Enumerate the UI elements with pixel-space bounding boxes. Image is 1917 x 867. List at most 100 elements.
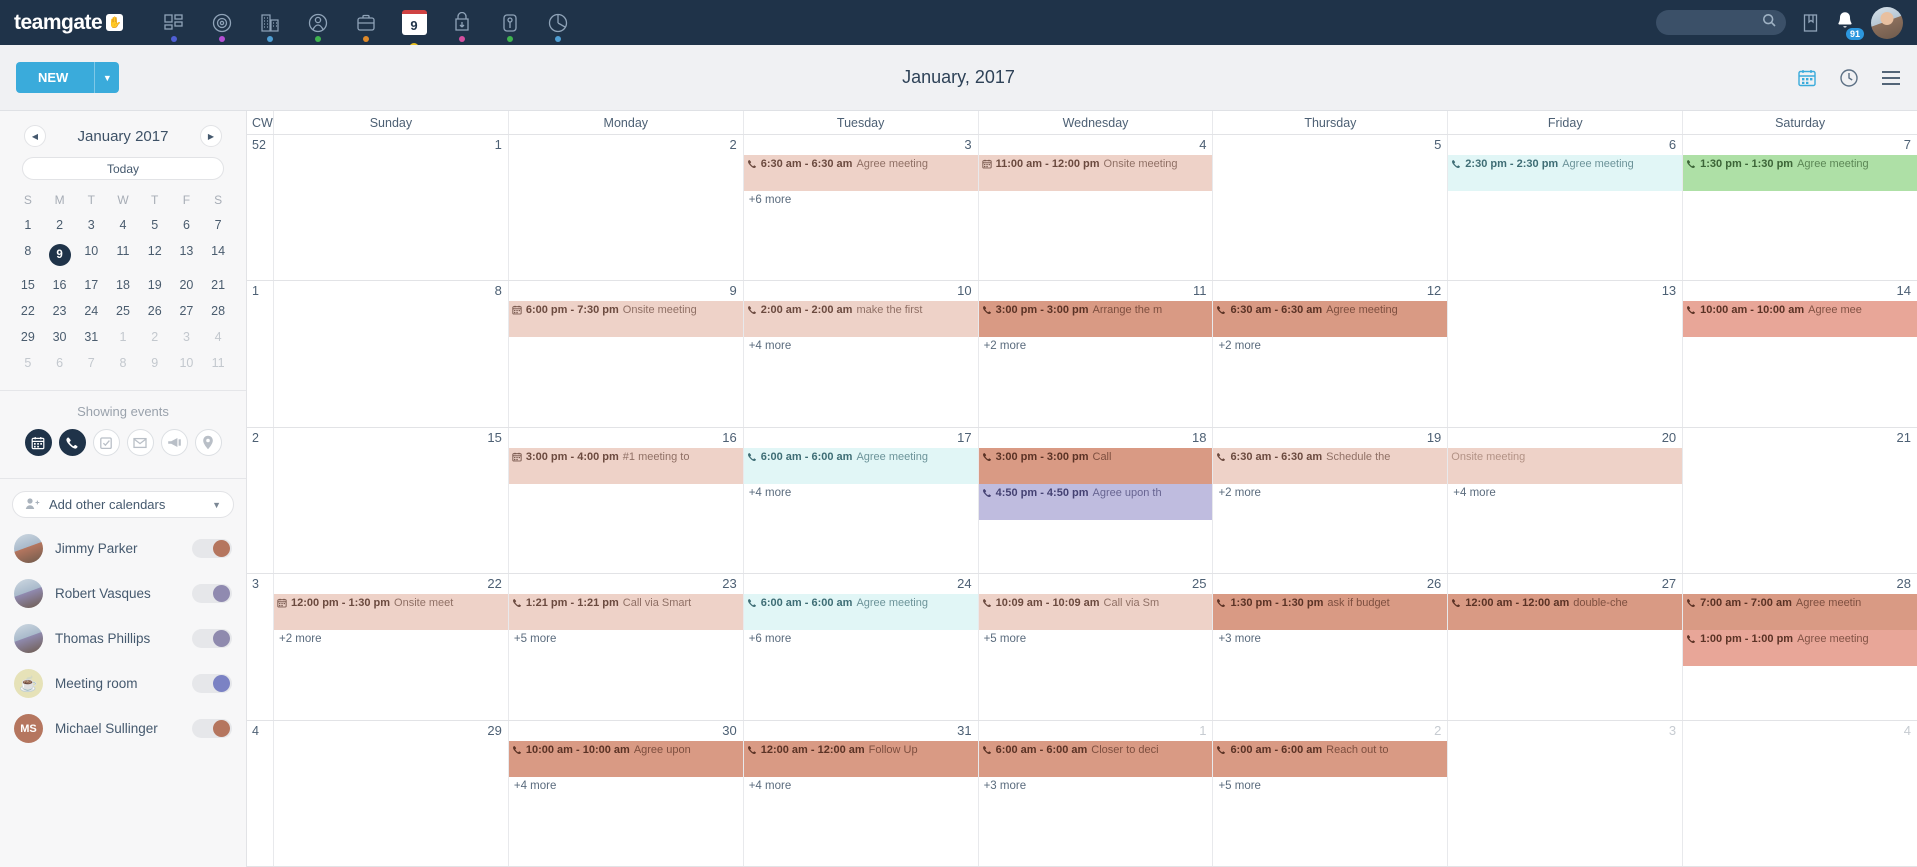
calendar-day-cell[interactable]: 23 1:21 pm - 1:21 pm Call via Smart +5 more xyxy=(507,574,743,720)
calendar-event[interactable]: 1:30 pm - 1:30 pm ask if budget xyxy=(1213,594,1448,613)
calendar-event[interactable]: 7:00 am - 7:00 am Agree meetin xyxy=(1683,594,1917,613)
calendar-more-events-link[interactable]: +6 more xyxy=(744,630,978,645)
mini-cal-day[interactable]: 27 xyxy=(171,300,203,322)
calendar-event-body[interactable] xyxy=(978,612,1213,631)
calendar-more-events-link[interactable]: +4 more xyxy=(1448,484,1682,499)
calendar-view-icon[interactable] xyxy=(1797,68,1817,88)
calendar-event[interactable]: 11:00 am - 12:00 pm Onsite meeting xyxy=(978,155,1213,173)
clock-view-icon[interactable] xyxy=(1839,68,1859,88)
calendar-day-cell[interactable]: 1 xyxy=(273,135,508,281)
calendar-event-body[interactable] xyxy=(508,319,743,338)
calendar-event-body[interactable] xyxy=(978,173,1213,191)
calendar-day-cell[interactable]: 24 6:00 am - 6:00 am Agree meeting +6 more xyxy=(742,574,978,720)
mini-cal-day[interactable]: 18 xyxy=(107,274,139,296)
calendar-event-body[interactable] xyxy=(1213,612,1448,631)
calendar-event[interactable]: 3:00 pm - 4:00 pm #1 meeting to xyxy=(508,447,743,466)
mini-cal-day[interactable]: 30 xyxy=(44,326,76,348)
calendar-event[interactable]: 6:00 am - 6:00 am Closer to deci xyxy=(978,740,1213,759)
calendar-day-cell[interactable]: 10 2:00 am - 2:00 am make the first +4 more xyxy=(742,281,978,427)
nav-item-calendar[interactable]: 9 xyxy=(390,0,438,53)
calendar-day-cell[interactable]: 3 6:30 am - 6:30 am Agree meeting +6 more xyxy=(742,135,978,281)
mini-cal-day[interactable]: 16 xyxy=(44,274,76,296)
calendar-more-events-link[interactable]: +4 more xyxy=(509,777,743,792)
calendar-user-toggle[interactable] xyxy=(192,539,232,558)
notifications-button[interactable]: 91 xyxy=(1835,10,1864,40)
location-filter[interactable] xyxy=(194,429,222,456)
chevron-down-icon[interactable]: ▼ xyxy=(94,62,119,93)
calendar-event-body[interactable] xyxy=(1448,173,1683,191)
nav-item-companies[interactable] xyxy=(246,0,294,45)
mini-cal-day[interactable]: 23 xyxy=(44,300,76,322)
meeting-filter[interactable] xyxy=(24,429,52,456)
calendar-event-body[interactable] xyxy=(743,319,978,338)
calendar-day-cell[interactable]: 3 xyxy=(1447,720,1682,867)
chevron-down-icon[interactable]: ▼ xyxy=(212,500,221,510)
mini-cal-day[interactable]: 13 xyxy=(171,240,203,270)
calendar-day-cell[interactable]: 31 12:00 am - 12:00 am Follow Up +4 more xyxy=(742,720,978,867)
mini-cal-day[interactable]: 4 xyxy=(107,214,139,236)
nav-item-products[interactable] xyxy=(486,0,534,45)
calendar-day-cell[interactable]: 4 11:00 am - 12:00 pm Onsite meeting xyxy=(977,135,1213,281)
calendar-more-events-link[interactable]: +4 more xyxy=(744,337,978,352)
calendar-event-body[interactable] xyxy=(1448,465,1683,484)
nav-item-leads[interactable] xyxy=(198,0,246,45)
calendar-event-body[interactable] xyxy=(743,173,978,191)
calendar-day-cell[interactable]: 25 10:09 am - 10:09 am Call via Sm +5 more xyxy=(977,574,1213,720)
calendar-day-cell[interactable]: 6 2:30 pm - 2:30 pm Agree meeting xyxy=(1447,135,1683,281)
mini-cal-day[interactable]: 14 xyxy=(202,240,234,270)
mini-cal-day[interactable]: 1 xyxy=(12,214,44,236)
mini-cal-day[interactable]: 5 xyxy=(139,214,171,236)
calendar-event[interactable]: 2:30 pm - 2:30 pm Agree meeting xyxy=(1448,155,1683,173)
next-month-button[interactable]: ▶ xyxy=(200,125,222,147)
calendar-day-cell[interactable]: 2 xyxy=(507,135,743,281)
nav-item-contacts[interactable] xyxy=(294,0,342,45)
mini-cal-day[interactable]: 4 xyxy=(202,326,234,348)
calendar-event-body[interactable] xyxy=(978,501,1213,520)
calendar-event-body[interactable] xyxy=(1448,612,1683,631)
calendar-event[interactable]: 1:30 pm - 1:30 pm Agree meeting xyxy=(1683,155,1917,173)
calendar-day-cell[interactable]: 9 6:00 pm - 7:30 pm Onsite meeting xyxy=(507,281,743,427)
calendar-event-body[interactable] xyxy=(1683,612,1917,631)
calendar-event-body[interactable] xyxy=(508,465,743,484)
mini-cal-day[interactable]: 26 xyxy=(139,300,171,322)
calendar-day-cell[interactable]: 12 6:30 am - 6:30 am Agree meeting +2 more xyxy=(1212,281,1448,427)
calendar-event[interactable]: 6:00 am - 6:00 am Reach out to xyxy=(1213,740,1448,759)
calendar-event-body[interactable] xyxy=(978,319,1213,338)
calendar-event[interactable]: 4:50 pm - 4:50 pm Agree upon th xyxy=(978,483,1213,502)
calendar-event-body[interactable] xyxy=(274,612,508,631)
mini-cal-day[interactable]: 9 xyxy=(139,352,171,374)
mini-cal-day[interactable]: 10 xyxy=(171,352,203,374)
calendar-day-cell[interactable]: 14 10:00 am - 10:00 am Agree mee xyxy=(1682,281,1917,427)
mini-cal-day[interactable]: 9 xyxy=(44,240,76,270)
mini-cal-day[interactable]: 10 xyxy=(75,240,107,270)
calendar-more-events-link[interactable]: +3 more xyxy=(979,777,1213,792)
add-other-calendars-button[interactable]: Add other calendars ▼ xyxy=(12,491,234,518)
calendar-more-events-link[interactable]: +2 more xyxy=(1213,337,1447,352)
mini-cal-day[interactable]: 3 xyxy=(75,214,107,236)
new-button[interactable]: NEW ▼ xyxy=(16,62,120,93)
mini-cal-day[interactable]: 15 xyxy=(12,274,44,296)
calendar-event[interactable]: Onsite meeting xyxy=(1448,447,1683,466)
calendar-day-cell[interactable]: 1 6:00 am - 6:00 am Closer to deci +3 more xyxy=(977,720,1213,867)
calendar-day-cell[interactable]: 29 xyxy=(273,720,508,867)
mini-cal-day[interactable]: 17 xyxy=(75,274,107,296)
today-button[interactable]: Today xyxy=(22,157,224,180)
calendar-more-events-link[interactable]: +3 more xyxy=(1213,630,1447,645)
calendar-event-body[interactable] xyxy=(1213,465,1448,484)
mini-cal-day[interactable]: 3 xyxy=(171,326,203,348)
calendar-event-body[interactable] xyxy=(508,758,743,777)
calendar-more-events-link[interactable]: +4 more xyxy=(744,484,978,499)
calendar-event[interactable]: 6:00 am - 6:00 am Agree meeting xyxy=(743,594,978,613)
calendar-more-events-link[interactable]: +2 more xyxy=(979,337,1213,352)
calendar-day-cell[interactable]: 26 1:30 pm - 1:30 pm ask if budget +3 more xyxy=(1212,574,1448,720)
mini-cal-day[interactable]: 8 xyxy=(12,240,44,270)
calendar-day-cell[interactable]: 22 12:00 pm - 1:30 pm Onsite meet +2 more xyxy=(273,574,508,720)
user-avatar[interactable] xyxy=(1871,6,1903,39)
calendar-user-toggle[interactable] xyxy=(192,674,232,693)
mini-cal-day[interactable]: 11 xyxy=(202,352,234,374)
bookmark-icon[interactable] xyxy=(1802,13,1819,33)
mini-cal-day[interactable]: 6 xyxy=(171,214,203,236)
calendar-event[interactable]: 2:00 am - 2:00 am make the first xyxy=(743,301,978,320)
calendar-event[interactable]: 12:00 am - 12:00 am double-che xyxy=(1448,594,1683,613)
mini-cal-day[interactable]: 25 xyxy=(107,300,139,322)
